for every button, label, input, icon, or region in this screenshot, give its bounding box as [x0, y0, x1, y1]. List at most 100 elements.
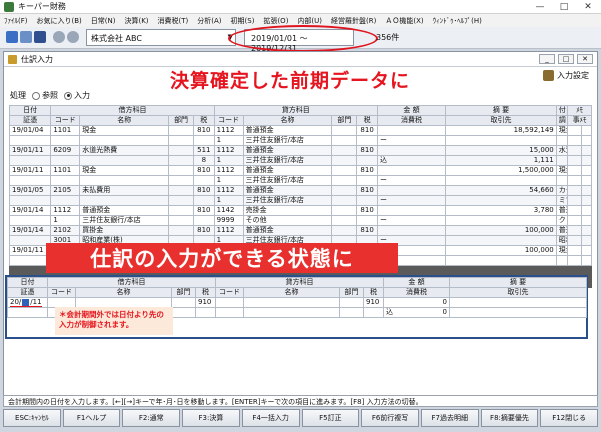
menu-analysis[interactable]: 分析(A): [197, 16, 221, 26]
tax-amount-input[interactable]: 込0: [383, 307, 450, 318]
table-row[interactable]: 1 三井住友銀行/本店 ー: [8, 175, 593, 186]
radio-reference[interactable]: 参照: [32, 90, 58, 101]
credit-sub-code[interactable]: [215, 307, 244, 318]
cell-debit-name: [79, 195, 170, 206]
cell-date: [8, 215, 52, 226]
radio-input[interactable]: 入力: [64, 90, 90, 101]
credit-tax-input[interactable]: 910: [363, 297, 384, 308]
menu-file[interactable]: ﾌｧｲﾙ(F): [4, 16, 28, 26]
cell-date: [8, 235, 52, 246]
close-icon[interactable]: ✕: [577, 1, 599, 12]
cell-date: [8, 255, 52, 266]
f6-copy-previous-button[interactable]: F6前行複写: [361, 409, 419, 427]
radio-reference-dot[interactable]: [32, 91, 40, 100]
debit-code-input[interactable]: [47, 297, 76, 308]
table-row[interactable]: 19/01/111101現金8101112普通預金8101,500,000現金引…: [8, 165, 593, 176]
header-debit: 借方科目: [50, 105, 215, 116]
minimize-icon[interactable]: —: [529, 1, 551, 12]
credit-code-input[interactable]: [215, 297, 244, 308]
table-row[interactable]: 19/01/141112普通預金8101142売掛金8103,780普通預金に振…: [8, 205, 593, 216]
print-icon[interactable]: [20, 31, 32, 43]
cell-credit-dept: [331, 165, 358, 176]
f1-help-button[interactable]: F1ヘルプ: [62, 409, 121, 427]
search-next-icon[interactable]: [67, 31, 79, 43]
maximize-icon[interactable]: □: [553, 1, 575, 12]
cell-flag: [580, 135, 593, 146]
amount-input[interactable]: 0: [383, 297, 450, 308]
cell-amount: 100,000: [445, 225, 557, 236]
partner-input[interactable]: [449, 307, 587, 318]
esc-cancel-button[interactable]: ESC:ｷｬﾝｾﾙ: [3, 409, 61, 427]
mail-icon[interactable]: [34, 31, 46, 43]
table-row[interactable]: 8 1 三井住友銀行/本店 込 1,111: [8, 155, 593, 166]
journal-icon: [8, 54, 17, 64]
cell-date: [8, 135, 52, 146]
table-row[interactable]: 19/01/052105未払費用8101112普通預金81054,660カード引…: [8, 185, 593, 196]
menu-internal[interactable]: 内部(U): [297, 16, 322, 26]
radio-input-dot[interactable]: [64, 91, 72, 100]
cell-flag: [567, 185, 582, 196]
header-adjust: 調: [555, 115, 569, 126]
cell-tax-flag: [376, 185, 447, 196]
voucher-input[interactable]: [7, 307, 48, 318]
table-row[interactable]: 19/01/041101現金8101112普通預金81018,592,149現金…: [8, 125, 593, 136]
table-row[interactable]: 19/01/116209水道光熱費 5111112普通預金 810 15,000水道料…: [8, 145, 593, 156]
cell-amount: [445, 255, 557, 266]
input-header-credit: 貸方科目: [215, 277, 384, 288]
search-icon[interactable]: [53, 31, 65, 43]
f3-closing-button[interactable]: F3:決算: [182, 409, 240, 427]
entry-settings-button[interactable]: 入力設定: [543, 70, 589, 81]
menu-extension[interactable]: 拡張(O): [263, 16, 288, 26]
cell-date: 19/01/11: [8, 145, 52, 156]
f12-close-button[interactable]: F12閉じる: [540, 409, 599, 427]
cell-flag: [580, 195, 593, 206]
f8-summary-priority-button[interactable]: F8:摘要優先: [480, 409, 539, 427]
cell-flag: [580, 215, 593, 226]
cell-flag: [580, 205, 593, 216]
table-row[interactable]: 19/01/142102買掛金8101112普通預金810100,000普通預金…: [8, 225, 593, 236]
cell-summary: 普通預金に振込入金: [555, 205, 569, 216]
input-header-debit: 借方科目: [47, 277, 216, 288]
menu-favorites[interactable]: お気に入り(B): [37, 16, 82, 26]
summary-input[interactable]: [449, 297, 587, 308]
period-restriction-note: ＊会計期間外では日付より先の入力が制御されます。: [55, 307, 173, 335]
f5-correct-button[interactable]: F5訂正: [301, 409, 360, 427]
cell-amount: 15,000: [445, 145, 557, 156]
menu-initial[interactable]: 初期(S): [231, 16, 255, 26]
cell-flag: [580, 155, 593, 166]
menu-ao[interactable]: ＡＯ機能(X): [385, 16, 423, 26]
cell-debit-name: 買掛金: [79, 225, 170, 236]
date-suffix: /11: [30, 298, 42, 307]
cell-tax-flag: [376, 225, 447, 236]
debit-dept-input[interactable]: [171, 297, 196, 308]
cell-flag: [567, 165, 582, 176]
calendar-icon[interactable]: [22, 298, 30, 306]
cell-flag: [580, 165, 593, 176]
debit-tax-input[interactable]: 910: [195, 297, 216, 308]
date-input[interactable]: 20/ /11: [7, 297, 48, 308]
f2-normal-button[interactable]: F2:通常: [122, 409, 181, 427]
cell-amount: [445, 195, 557, 206]
save-icon[interactable]: [6, 31, 18, 43]
menu-closing[interactable]: 決算(K): [124, 16, 148, 26]
table-row[interactable]: 1三井住友銀行/本店 ー ミツビシUFJニコス: [8, 195, 593, 206]
child-minimize-icon[interactable]: _: [539, 54, 555, 64]
cell-credit-code: 1: [213, 135, 244, 146]
menu-daily[interactable]: 日常(N): [91, 16, 116, 26]
header-debit-code: コード: [50, 115, 81, 126]
menu-window-help[interactable]: ｳｨﾝﾄﾞｩ･ﾍﾙﾌﾟ(H): [433, 16, 482, 26]
table-row[interactable]: 1 三井住友銀行/本店 ー: [8, 135, 593, 146]
child-close-icon[interactable]: ✕: [577, 54, 593, 64]
cell-flag: [580, 145, 593, 156]
table-row[interactable]: 1三井住友銀行/本店 9999その他 ー クリーンセンター: [8, 215, 593, 226]
credit-dept-input[interactable]: [339, 297, 364, 308]
cell-date: 19/01/14: [8, 225, 52, 236]
cell-credit-name: 三井住友銀行/本店: [242, 175, 333, 186]
child-maximize-icon[interactable]: □: [558, 54, 574, 64]
company-select[interactable]: 株式会社 ABC ▼: [86, 29, 236, 46]
cell-debit-code: [50, 155, 81, 166]
f4-bulk-input-button[interactable]: F4一括入力: [241, 409, 300, 427]
f7-past-details-button[interactable]: F7過去明細: [420, 409, 479, 427]
menu-consumption-tax[interactable]: 消費税(T): [158, 16, 189, 26]
menu-compass[interactable]: 経営羅針盤(R): [331, 16, 376, 26]
